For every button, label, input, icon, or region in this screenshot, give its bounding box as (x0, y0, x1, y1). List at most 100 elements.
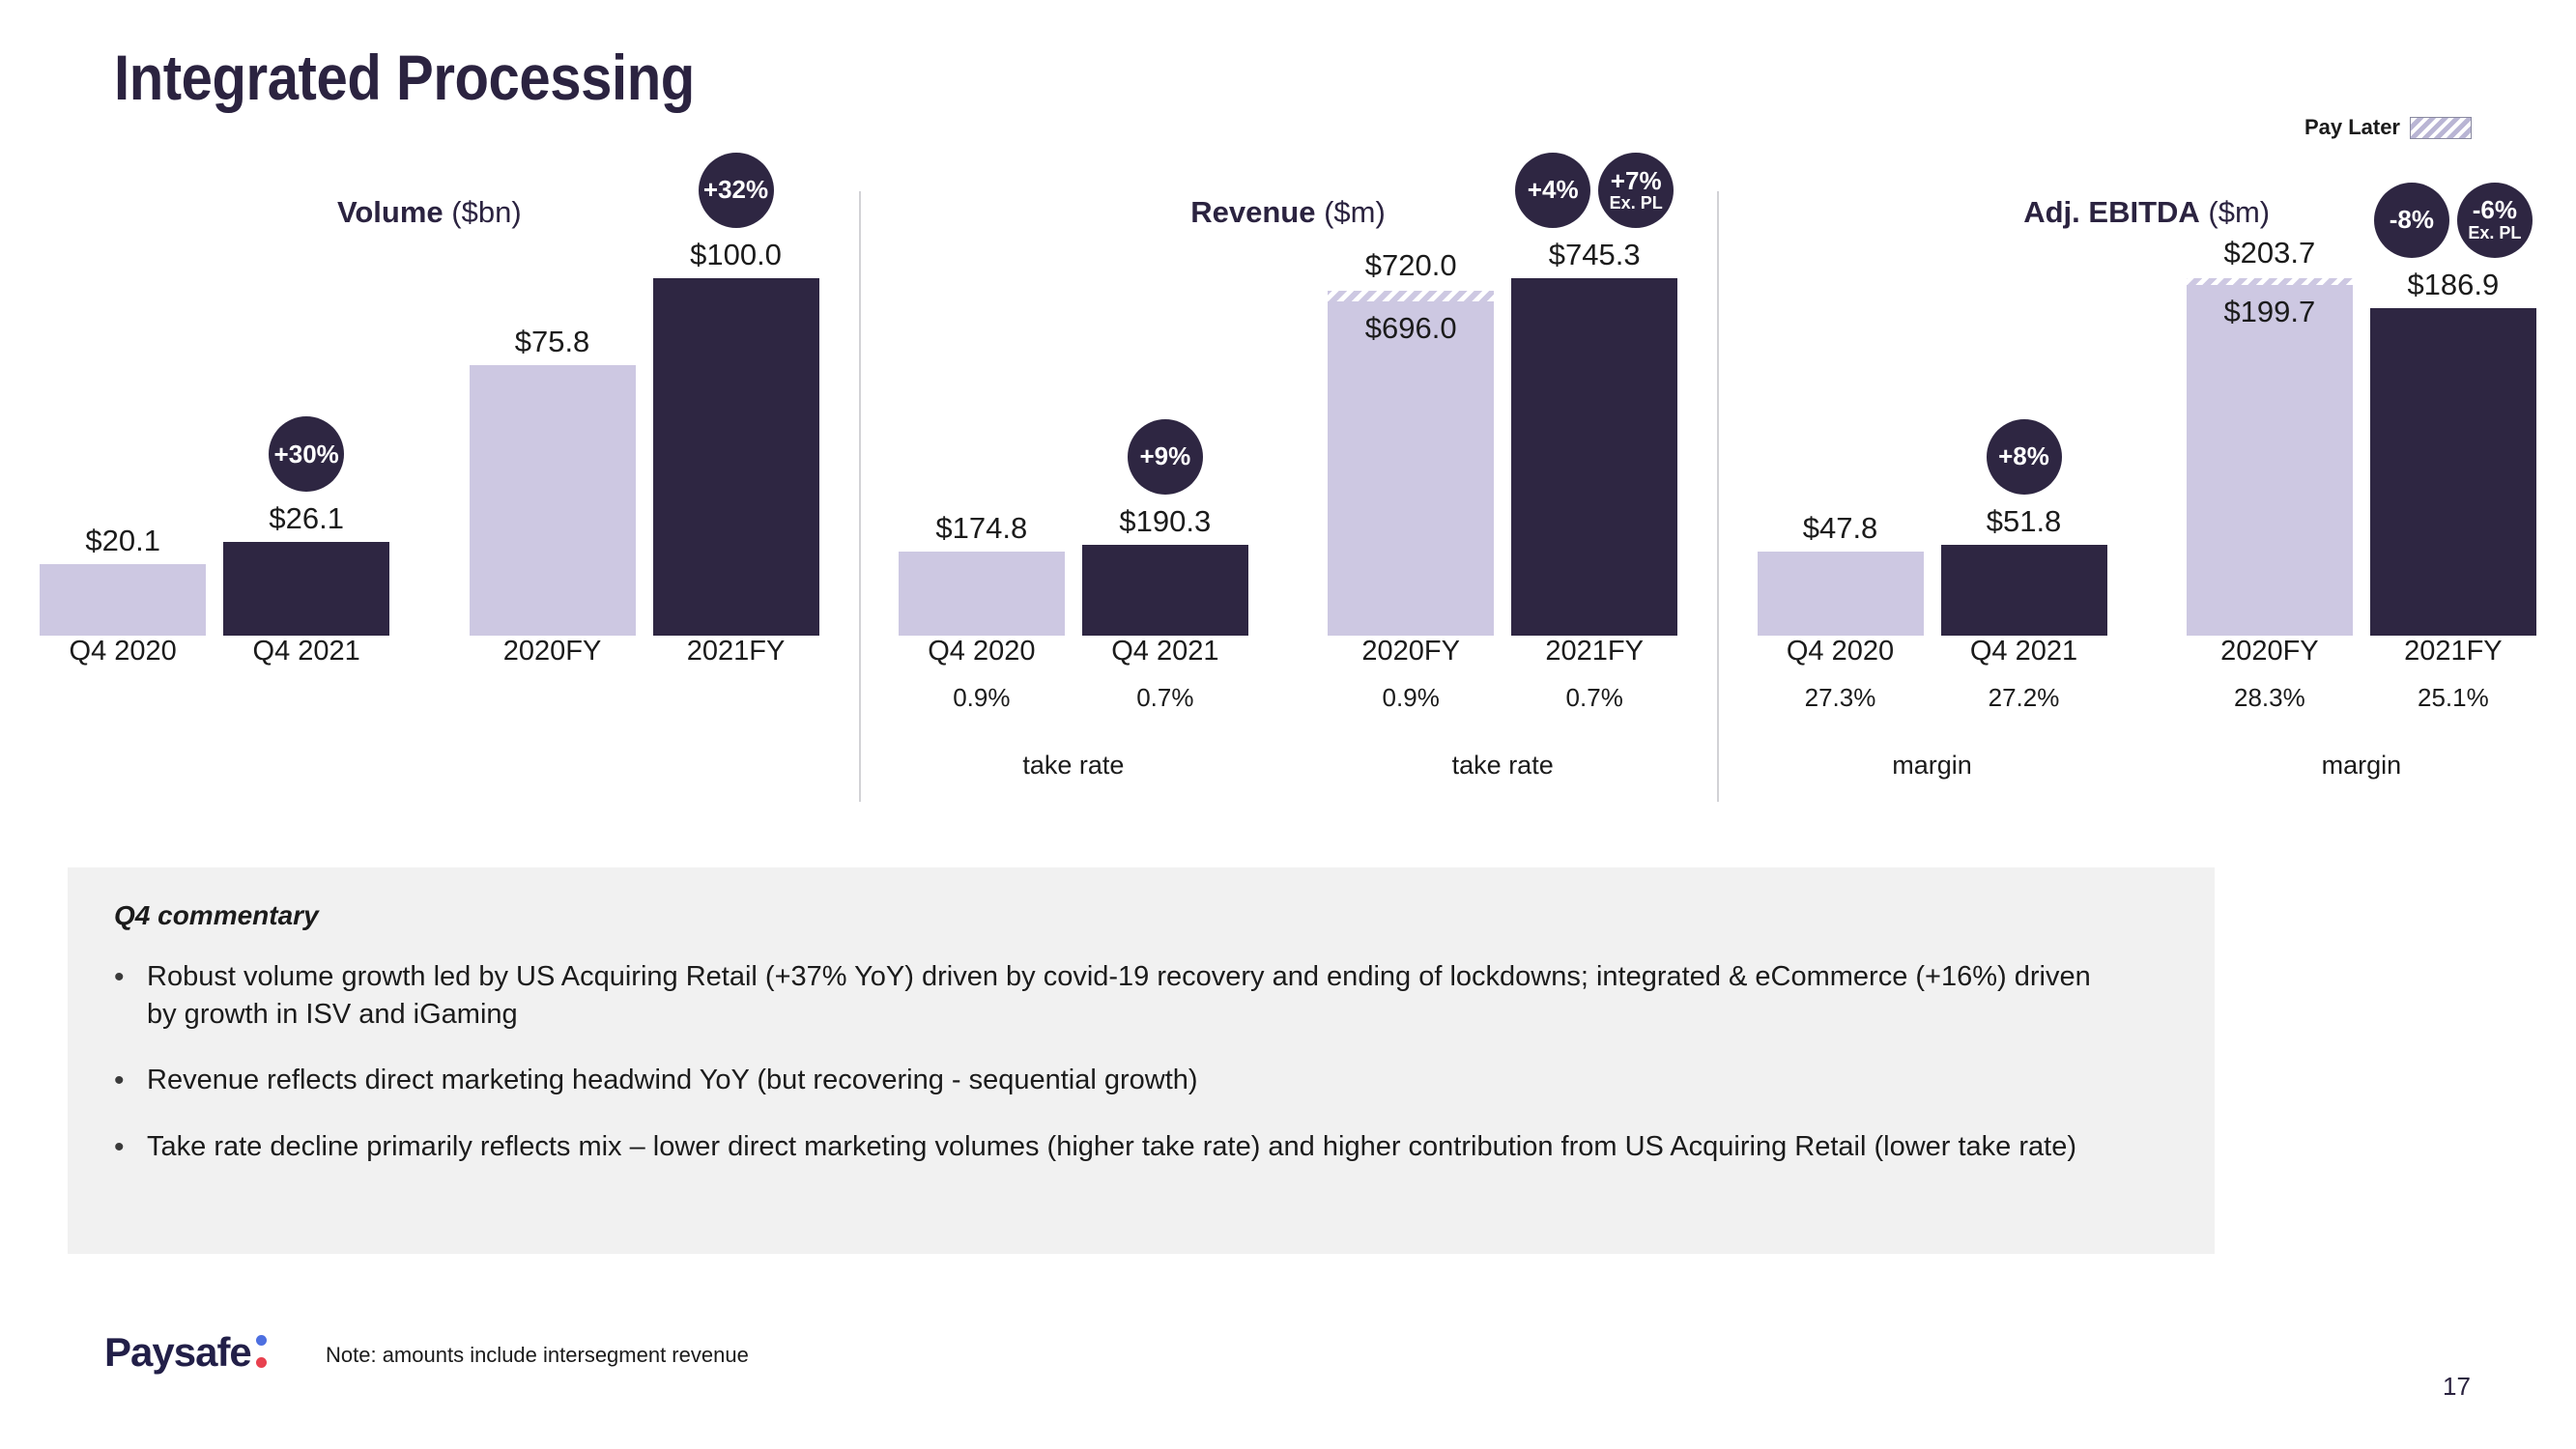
x-axis: 2020FY 28.3% 2021FY 25.1% (2147, 636, 2576, 728)
bars: $47.8 $51.8 +8% (1717, 278, 2146, 636)
chart-title-unit: ($m) (1315, 195, 1386, 229)
axis-column: 2020FY 28.3% (2187, 636, 2353, 728)
bar-stack: $47.8 (1757, 511, 1924, 636)
axis-sub-value: 27.2% (1988, 683, 2060, 712)
axis-category-label: 2021FY (2404, 636, 2503, 667)
axis-sub-note: margin (2321, 751, 2402, 780)
commentary-bullet: • Robust volume growth led by US Acquirin… (114, 958, 2168, 1033)
bar-value-label: $51.8 (1986, 503, 2062, 538)
legend-pay-later: Pay Later (2304, 115, 2472, 140)
paysafe-logo: Paysafe (104, 1329, 267, 1376)
growth-badge: +9% (1127, 418, 1203, 495)
x-axis: Q4 2020 Q4 2021 (0, 636, 429, 728)
bar-column[interactable]: $26.1 +30% (223, 278, 390, 636)
logo-dot-bottom (255, 1357, 267, 1368)
bar-stack: $51.8 +8% (1940, 418, 2107, 636)
commentary-title: Q4 commentary (114, 900, 319, 930)
axis-column: 2021FY 0.7% (1511, 636, 1677, 728)
bar-value-label: $100.0 (690, 238, 782, 271)
chart-title-unit: ($m) (2199, 195, 2271, 229)
logo-colon-icon (255, 1335, 267, 1368)
bar-group: $720.0 $696.0 $745.3 +4% +7% Ex. PL 2020FY 0.9%… (1288, 153, 1717, 821)
growth-badge-sublabel: Ex. PL (2468, 222, 2522, 242)
axis-column: Q4 2020 27.3% (1758, 636, 1924, 728)
bars: $20.1 $26.1 +30% (0, 278, 429, 636)
growth-badges: +9% (1127, 418, 1203, 495)
bar-column[interactable]: $20.1 (40, 278, 207, 636)
axis-sub-note: take rate (1022, 751, 1125, 780)
axis-sub-value: 25.1% (2417, 683, 2489, 712)
bullet-marker-icon: • (114, 1131, 125, 1164)
bar-stack: $20.1 (40, 524, 207, 636)
bullet-marker-icon: • (114, 961, 125, 993)
bar-groups: $20.1 $26.1 +30% Q4 2020 Q4 2021 $75.8 $100.0 +… (0, 153, 859, 821)
bar-column[interactable]: $75.8 (469, 278, 636, 636)
bars: $720.0 $696.0 $745.3 +4% +7% Ex. PL (1288, 153, 1717, 636)
bar-group: $174.8 $190.3 +9% Q4 2020 0.9% Q4 2021 0.7% tak… (859, 242, 1288, 821)
growth-badges: +30% (269, 416, 345, 493)
bar-value-label: $75.8 (514, 324, 590, 358)
bar-stack: $100.0 +32% (652, 153, 819, 636)
bar-stack: $186.9 -8% -6% Ex. PL (2369, 182, 2536, 636)
bar-column[interactable]: $745.3 +4% +7% Ex. PL (1511, 153, 1678, 636)
chart-panel-adj-ebitda: Adj. EBITDA ($m) $47.8 $51.8 +8% Q4 2020 27.3… (1717, 182, 2576, 821)
bar-segment-pay-later: $203.7 (2186, 236, 2353, 286)
bar-column[interactable]: $203.7 $199.7 (2186, 236, 2353, 636)
bar-column[interactable]: $174.8 (898, 278, 1065, 636)
chart-title-name: Volume (337, 195, 444, 229)
bar-segment: $100.0 (652, 238, 819, 636)
bars: $174.8 $190.3 +9% (859, 278, 1288, 636)
axis-column: Q4 2021 27.2% (1941, 636, 2107, 728)
bar-value-label: $174.8 (935, 511, 1028, 546)
bars: $203.7 $199.7 $186.9 -8% -6% Ex. PL (2147, 182, 2576, 636)
bar-column[interactable]: $720.0 $696.0 (1328, 248, 1495, 636)
bar-segment: $26.1 (223, 501, 390, 636)
axis-sub-note: margin (1892, 751, 1972, 780)
commentary-bullet: • Revenue reflects direct marketing headw… (114, 1062, 2168, 1099)
growth-badge-value: -8% (2389, 204, 2434, 234)
bullet-marker-icon: • (114, 1065, 125, 1097)
commentary-bullet-text: Revenue reflects direct marketing headwi… (147, 1065, 1198, 1096)
bar-segment: $51.8 (1940, 504, 2107, 636)
bar-stack: $720.0 $696.0 (1328, 248, 1495, 636)
bar-column[interactable]: $100.0 +32% (652, 153, 819, 636)
axis-category-label: Q4 2021 (1111, 636, 1219, 667)
axis-column: Q4 2020 0.9% (899, 636, 1065, 728)
x-axis: 2020FY 0.9% 2021FY 0.7% (1288, 636, 1717, 728)
bar-column[interactable]: $51.8 +8% (1940, 278, 2107, 636)
growth-badges: +32% (698, 153, 774, 228)
bar-segment: $190.3 (1081, 504, 1248, 636)
bar-segment: $745.3 (1511, 238, 1678, 636)
axis-sub-note: take rate (1451, 751, 1554, 780)
bar-groups: $174.8 $190.3 +9% Q4 2020 0.9% Q4 2021 0.7% tak… (859, 153, 1718, 821)
axis-sub-value: 0.7% (1565, 683, 1623, 712)
axis-column: Q4 2021 (223, 636, 389, 728)
page-number: 17 (2443, 1372, 2471, 1401)
bar-total-label: $203.7 (2223, 236, 2316, 270)
axis-sub-value: 0.7% (1136, 683, 1194, 712)
chart-panel-volume: Volume ($bn) $20.1 $26.1 +30% Q4 2020 Q4 2021… (0, 153, 859, 821)
commentary-bullet-text: Take rate decline primarily reflects mix… (147, 1131, 2076, 1163)
commentary-bullet: • Take rate decline primarily reflects mi… (114, 1128, 2168, 1166)
axis-column: 2021FY (653, 636, 819, 728)
x-axis: Q4 2020 0.9% Q4 2021 0.7% (859, 636, 1288, 728)
bar-stack: $26.1 +30% (223, 416, 390, 636)
hatch-swatch-icon (2410, 116, 2472, 139)
axis-category-label: 2020FY (2220, 636, 2319, 667)
axis-category-label: 2021FY (1545, 636, 1644, 667)
bar-value-label: $26.1 (269, 501, 344, 536)
growth-badge: +4% (1515, 153, 1591, 228)
growth-badges: -8% -6% Ex. PL (2373, 182, 2533, 258)
growth-badge: +8% (1986, 418, 2062, 495)
growth-badge-value: +4% (1527, 175, 1579, 205)
chart-title-name: Revenue (1190, 195, 1316, 229)
bar-group: $47.8 $51.8 +8% Q4 2020 27.3% Q4 2021 27.2% mar… (1717, 242, 2146, 821)
legend-label: Pay Later (2304, 115, 2400, 139)
bar-column[interactable]: $190.3 +9% (1081, 278, 1248, 636)
x-axis: Q4 2020 27.3% Q4 2021 27.2% (1717, 636, 2146, 728)
bar-column[interactable]: $186.9 -8% -6% Ex. PL (2369, 182, 2536, 636)
commentary-bullet-list: • Robust volume growth led by US Acquirin… (114, 958, 2168, 1166)
bar-value-label: $745.3 (1548, 238, 1641, 271)
bar-column[interactable]: $47.8 (1757, 278, 1924, 636)
bar-value-label: $47.8 (1802, 511, 1878, 546)
